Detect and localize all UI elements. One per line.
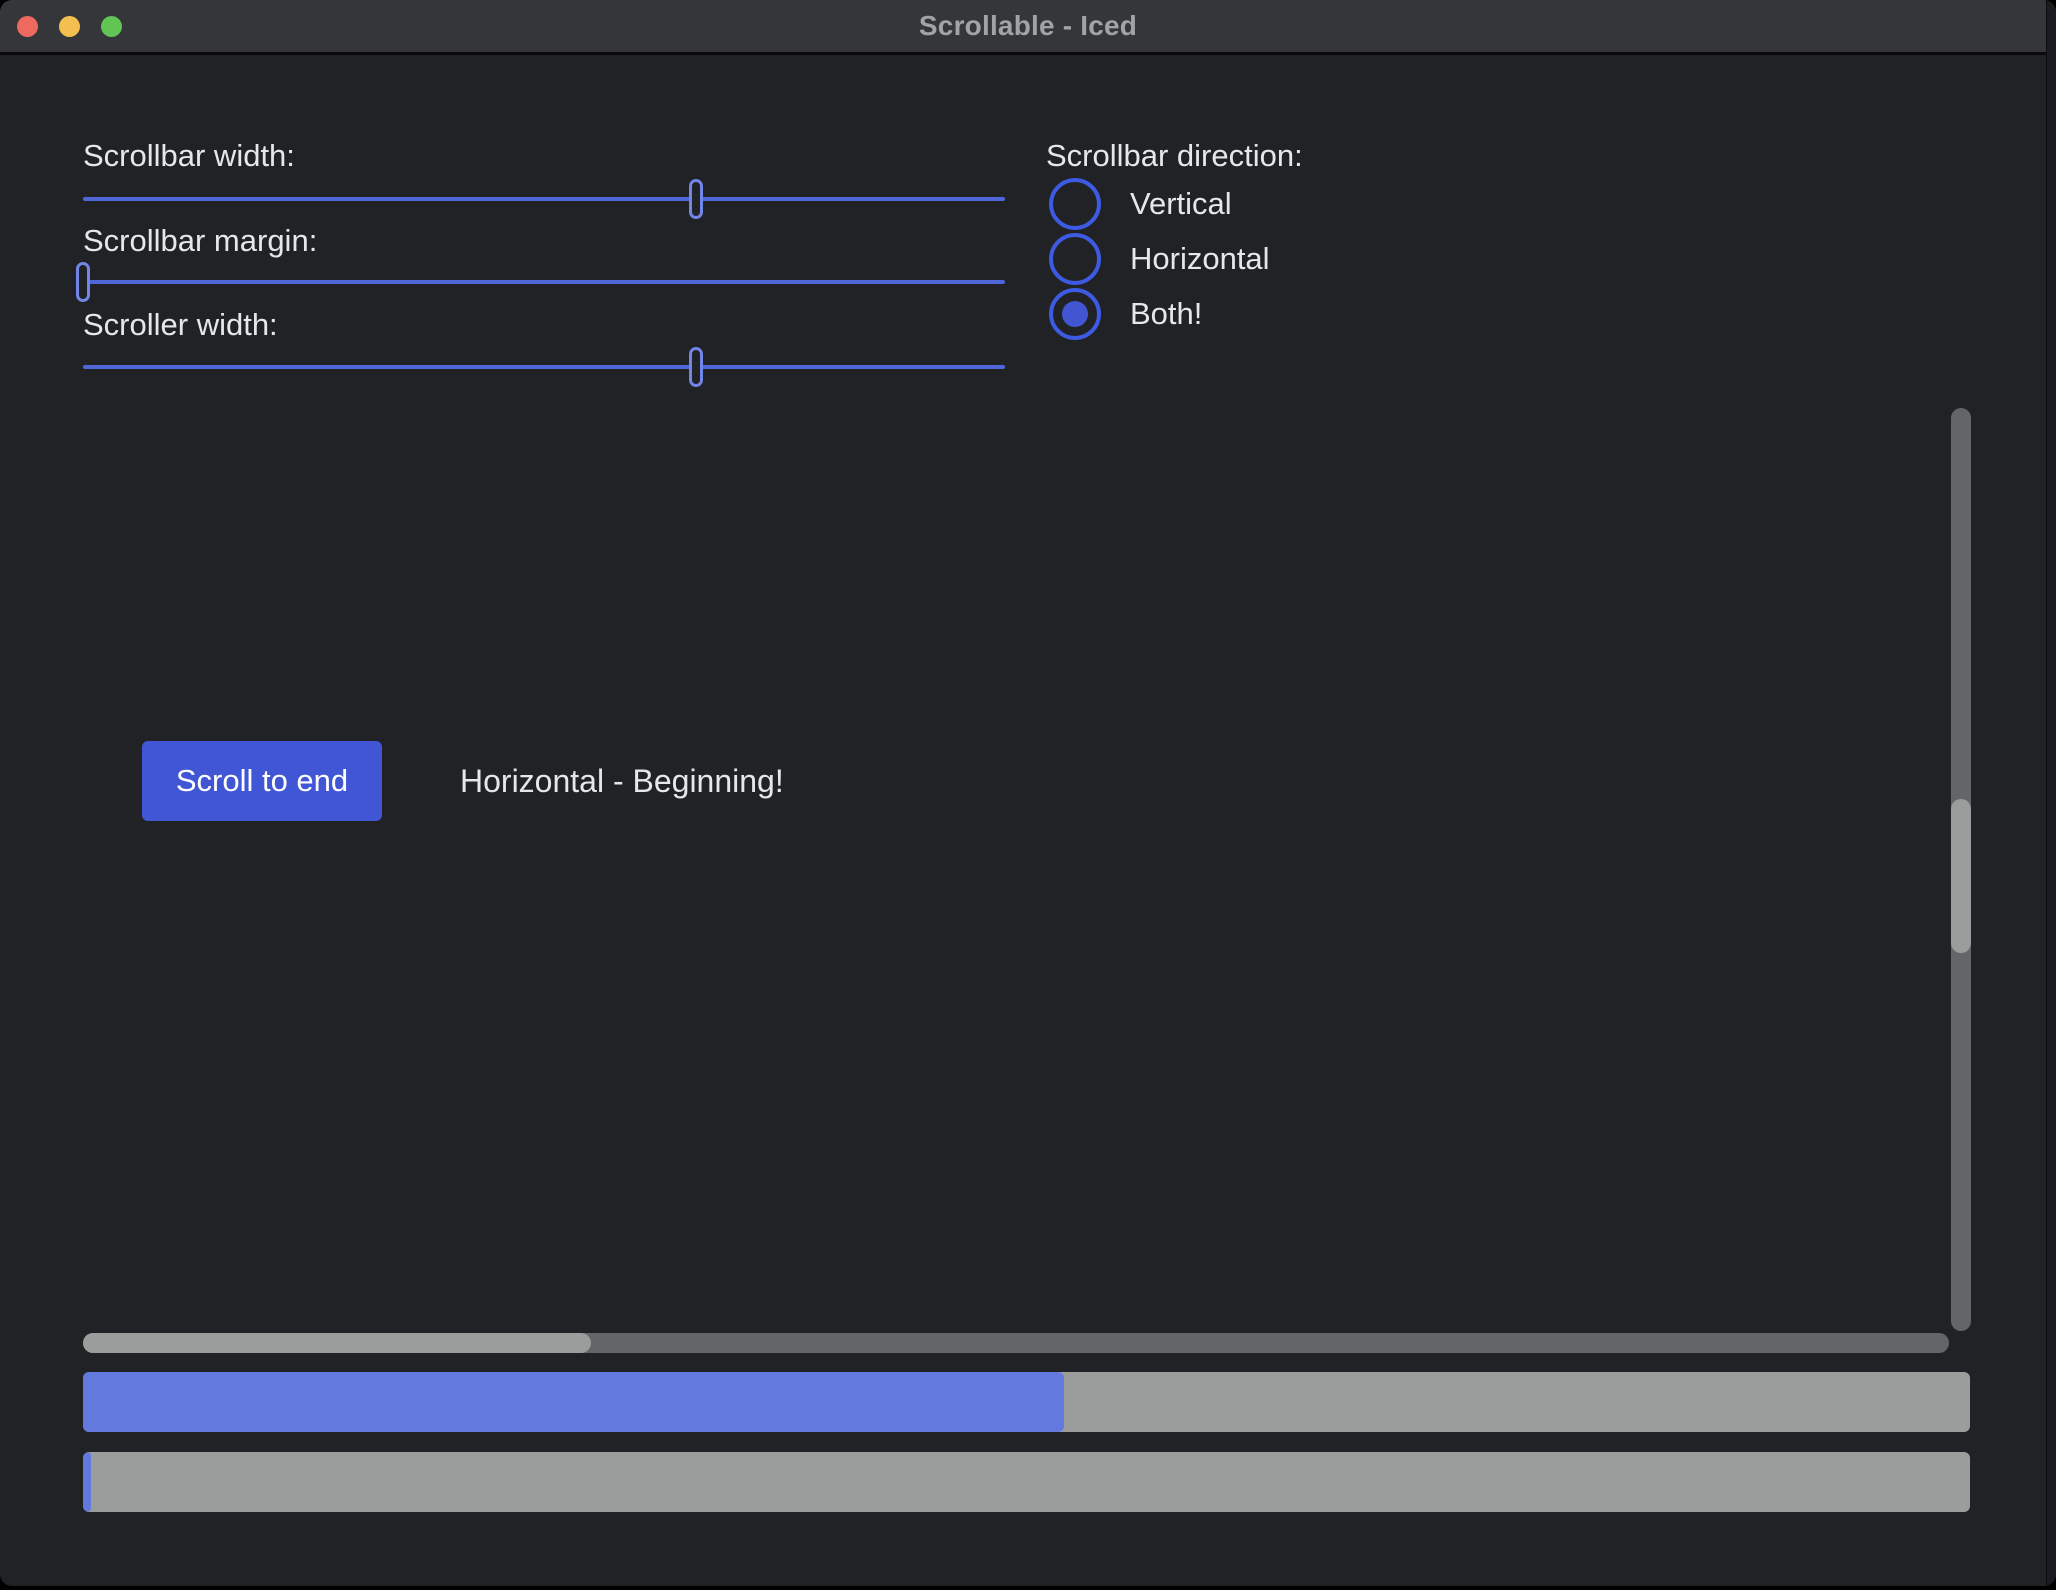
horizontal-scrollbar[interactable] <box>83 1333 1949 1353</box>
scrollbar-width-label: Scrollbar width: <box>83 136 295 176</box>
minimize-button[interactable] <box>59 16 80 37</box>
close-button[interactable] <box>17 16 38 37</box>
window-right-edge <box>2046 0 2056 1586</box>
scroll-status-text: Horizontal - Beginning! <box>460 761 784 801</box>
scrollbar-width-slider[interactable] <box>83 179 1005 219</box>
radio-circle[interactable] <box>1049 233 1101 285</box>
scrollbar-margin-label: Scrollbar margin: <box>83 221 317 261</box>
radio-label[interactable]: Both! <box>1130 294 1202 334</box>
radio-dot <box>1062 301 1088 327</box>
app-window: Scrollable - Iced Scrollbar width: Scrol… <box>0 0 2056 1586</box>
window-title: Scrollable - Iced <box>0 10 2056 42</box>
scroller-width-slider[interactable] <box>83 347 1005 387</box>
horizontal-progress-bar <box>83 1452 1970 1512</box>
vertical-progress-bar <box>83 1372 1970 1432</box>
slider-thumb[interactable] <box>689 179 703 219</box>
radio-circle[interactable] <box>1049 178 1101 230</box>
scroller-width-label: Scroller width: <box>83 305 278 345</box>
horizontal-scroller[interactable] <box>83 1333 591 1353</box>
slider-thumb[interactable] <box>76 262 90 302</box>
slider-rail[interactable] <box>83 280 1005 284</box>
scrollbar-direction-label: Scrollbar direction: <box>1046 136 1303 176</box>
vertical-scroller[interactable] <box>1951 799 1971 953</box>
radio-label[interactable]: Vertical <box>1130 184 1232 224</box>
progress-fill <box>83 1372 1064 1432</box>
slider-thumb[interactable] <box>689 347 703 387</box>
traffic-lights <box>0 0 122 52</box>
radio-circle[interactable] <box>1049 288 1101 340</box>
titlebar: Scrollable - Iced <box>0 0 2056 55</box>
zoom-button[interactable] <box>101 16 122 37</box>
radio-label[interactable]: Horizontal <box>1130 239 1270 279</box>
scrollbar-margin-slider[interactable] <box>83 262 1005 302</box>
slider-rail[interactable] <box>83 197 1005 201</box>
vertical-scrollbar[interactable] <box>1951 408 1971 1331</box>
progress-fill <box>83 1452 91 1512</box>
slider-rail[interactable] <box>83 365 1005 369</box>
scroll-to-end-button[interactable]: Scroll to end <box>142 741 382 821</box>
